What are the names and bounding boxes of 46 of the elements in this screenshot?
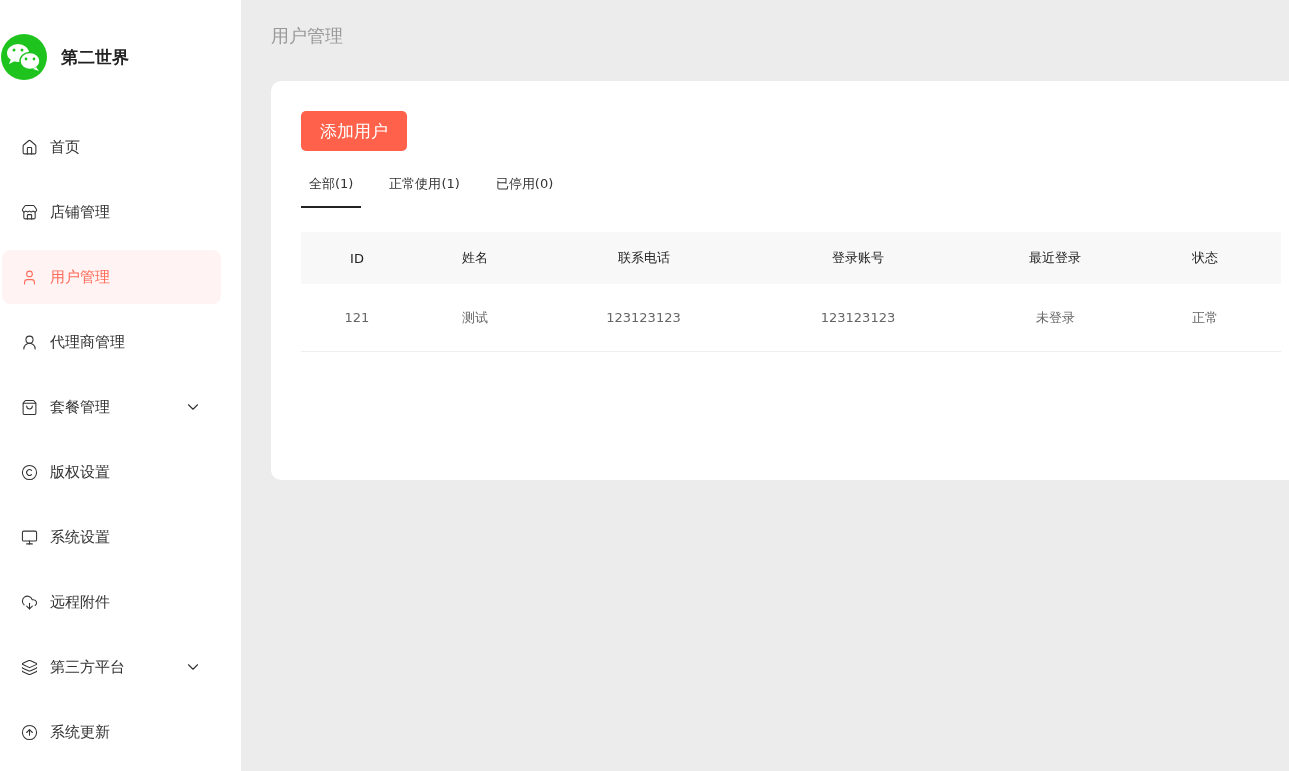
sidebar-item[interactable]: 代理商管理: [2, 315, 221, 369]
table-cell: 123123123: [606, 310, 681, 325]
brand-name: 第二世界: [61, 45, 129, 69]
table-cell: 正常: [1192, 308, 1218, 327]
person-icon: [21, 333, 38, 351]
sidebar-item-label: 远程附件: [50, 592, 111, 612]
sidebar-item[interactable]: 系统更新: [2, 705, 221, 759]
sidebar-item-label: 系统更新: [50, 722, 111, 742]
sidebar-item-label: 代理商管理: [50, 332, 126, 352]
sidebar-item[interactable]: 版权设置: [2, 445, 221, 499]
filter-tab[interactable]: 正常使用(1): [381, 169, 468, 208]
sidebar-item-label: 用户管理: [50, 267, 111, 287]
sidebar-item[interactable]: 店铺管理: [2, 185, 221, 239]
sidebar-item[interactable]: 系统设置: [2, 510, 221, 564]
sidebar-item[interactable]: 首页: [2, 120, 221, 174]
column-header: 姓名: [462, 249, 488, 267]
sidebar-item-label: 店铺管理: [50, 202, 111, 222]
copyright-icon: [21, 463, 38, 481]
sidebar-item[interactable]: 远程附件: [2, 575, 221, 629]
cloud-download-icon: [21, 593, 38, 611]
arrow-up-circle-icon: [21, 723, 38, 741]
sidebar-item-label: 版权设置: [50, 462, 111, 482]
monitor-icon: [21, 528, 38, 546]
sidebar-item-label: 首页: [50, 137, 81, 157]
table-cell: 121: [344, 310, 370, 325]
column-header: ID: [350, 250, 364, 266]
filter-tab[interactable]: 已停用(0): [487, 169, 562, 208]
sidebar-item-label: 套餐管理: [50, 397, 111, 417]
column-header: 状态: [1192, 249, 1218, 267]
sidebar-item-label: 系统设置: [50, 527, 111, 547]
user-icon: [21, 268, 38, 286]
page-title: 用户管理: [271, 24, 344, 48]
sidebar-item[interactable]: 套餐管理: [2, 380, 221, 434]
table-cell: 未登录: [1035, 308, 1075, 327]
column-header: 联系电话: [617, 249, 670, 267]
column-header: 登录账号: [832, 249, 884, 267]
store-icon: [21, 203, 38, 221]
home-icon: [21, 138, 38, 156]
filter-tab[interactable]: 全部(1): [301, 169, 362, 208]
bag-icon: [21, 398, 38, 416]
sidebar-item[interactable]: 第三方平台: [2, 640, 221, 694]
layers-icon: [21, 658, 38, 676]
sidebar-item-label: 第三方平台: [50, 657, 126, 677]
table-cell: 123123123: [820, 310, 896, 325]
table-cell: 测试: [462, 308, 488, 327]
column-header: 最近登录: [1029, 249, 1081, 267]
